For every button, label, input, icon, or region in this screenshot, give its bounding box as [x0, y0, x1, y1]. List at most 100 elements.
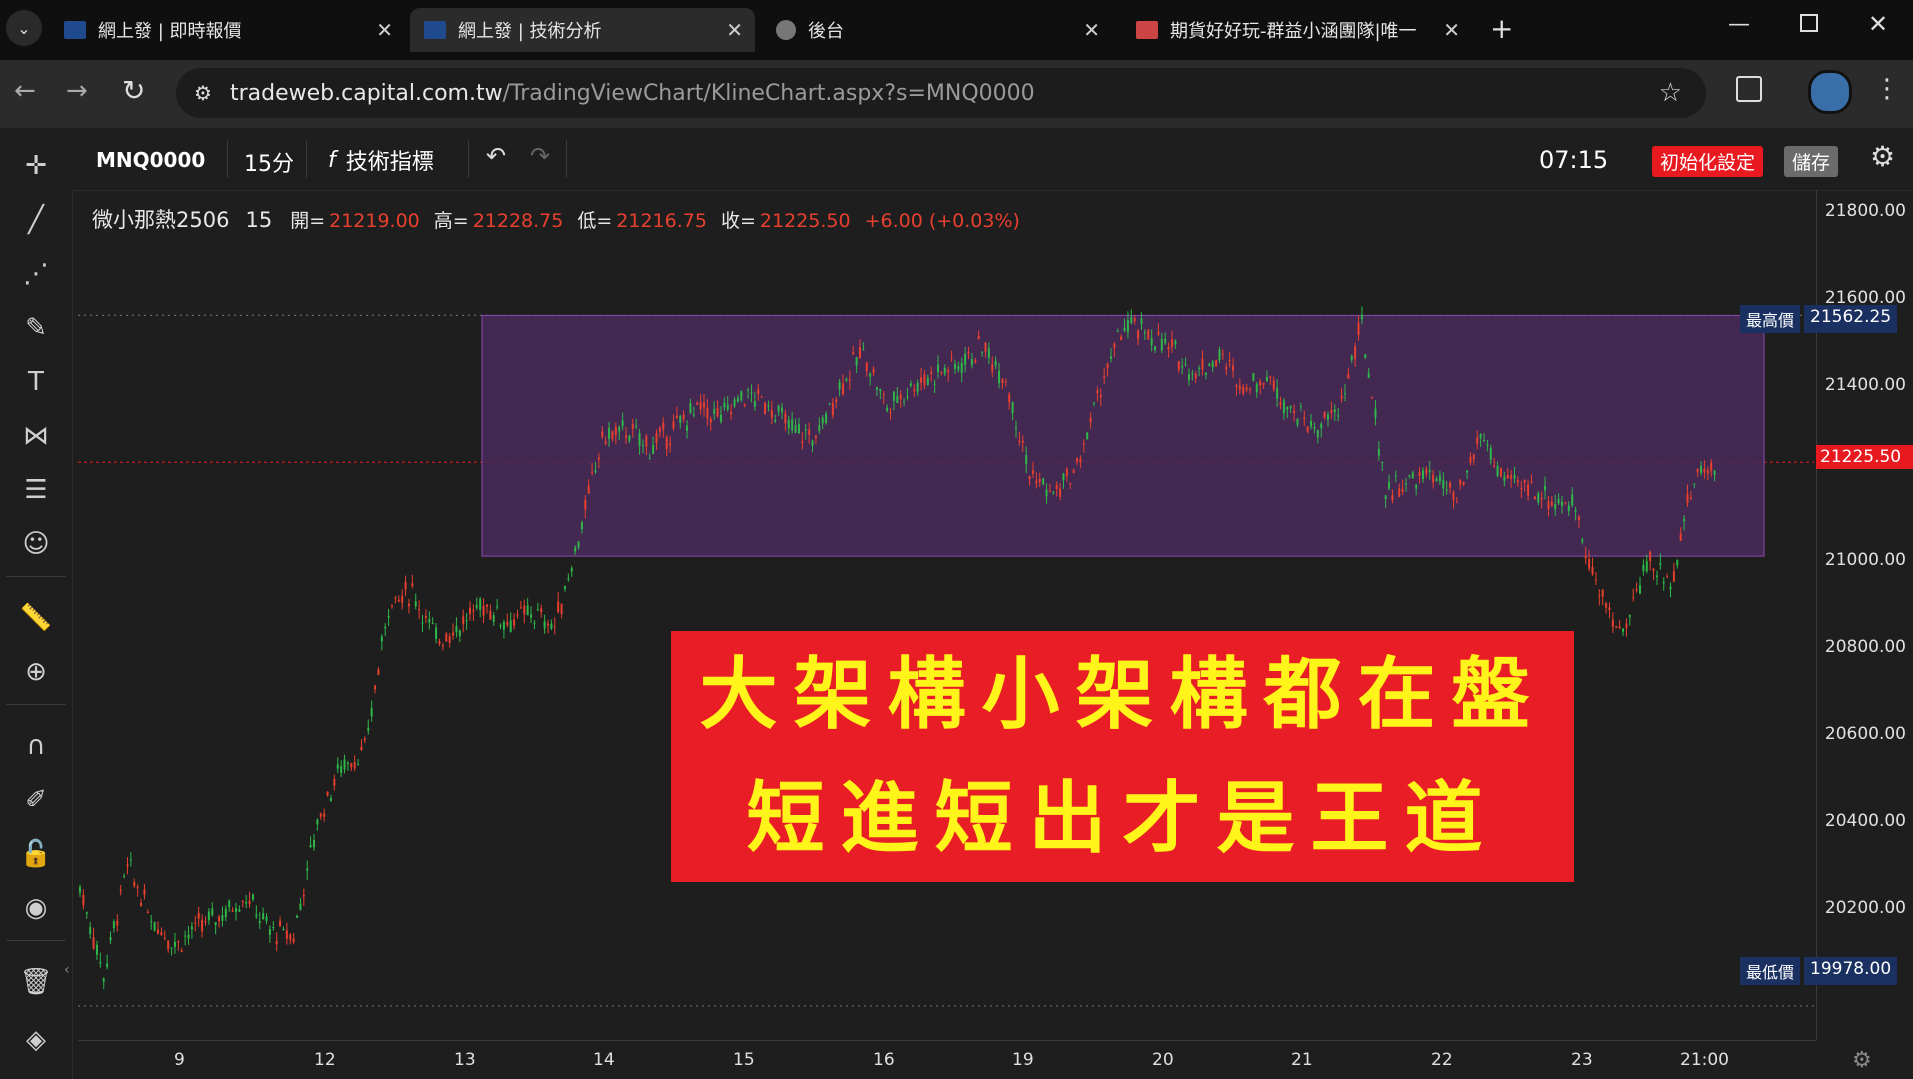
reset-settings-button[interactable]: 初始化設定: [1652, 146, 1764, 177]
ruler-icon[interactable]: 📏: [0, 596, 72, 640]
candle-body: [906, 396, 909, 398]
url-field[interactable]: ⚙ tradeweb.capital.com.tw/TradingViewCha…: [176, 68, 1706, 118]
back-arrow-icon[interactable]: ←: [14, 76, 36, 106]
candle-body: [1310, 421, 1313, 427]
profile-avatar[interactable]: [1808, 70, 1852, 114]
candle-body: [360, 746, 363, 751]
candle-body: [1184, 364, 1187, 366]
close-icon[interactable]: ✕: [1083, 18, 1100, 42]
close-icon[interactable]: ✕: [726, 18, 743, 42]
candle-body: [241, 900, 244, 903]
trend-line-icon[interactable]: ╱: [0, 198, 72, 242]
text-tool-icon[interactable]: T: [0, 360, 72, 404]
tab-futures[interactable]: 期貨好好玩-群益小涵團隊|唯一 ✕: [1122, 8, 1472, 52]
fib-tool-icon[interactable]: ⋰: [0, 252, 72, 296]
tab-technical-analysis[interactable]: 網上發 | 技術分析 ✕: [410, 8, 755, 52]
candle-body: [533, 622, 536, 624]
candle-body: [1354, 346, 1357, 359]
x-tick-label: 13: [454, 1050, 476, 1070]
chart-toolbar: MNQ0000 15分 f 技術指標 ↶ ↷ 07:15 初始化設定 儲存 ⚙: [72, 128, 1913, 191]
candle-body: [489, 610, 492, 620]
candle-body: [387, 615, 390, 618]
candle-body: [201, 919, 204, 932]
candle-body: [601, 431, 604, 437]
crosshair-icon[interactable]: ✛: [0, 144, 72, 188]
candle-body: [1530, 481, 1533, 483]
candle-body: [190, 926, 193, 930]
divider: [6, 704, 66, 705]
tab-search-button[interactable]: ⌄: [6, 10, 42, 46]
candle-body: [340, 766, 343, 773]
lock-drawing-icon[interactable]: ✐: [0, 778, 72, 822]
candle-body: [1089, 417, 1092, 422]
candle-body: [1116, 330, 1119, 332]
layers-icon[interactable]: ◈: [0, 1018, 72, 1062]
candle-body: [418, 609, 421, 611]
candle-body: [1564, 502, 1567, 504]
candle-body: [445, 633, 448, 642]
candle-body: [1449, 482, 1452, 488]
eye-icon[interactable]: ◉: [0, 886, 72, 930]
candle-body: [1204, 372, 1207, 376]
candle-body: [289, 934, 292, 940]
candle-body: [1228, 359, 1231, 361]
new-tab-button[interactable]: +: [1490, 12, 1513, 45]
candle-body: [452, 632, 455, 636]
redo-icon[interactable]: ↷: [530, 142, 550, 170]
candle-body: [1425, 468, 1428, 474]
extensions-icon[interactable]: [1736, 76, 1762, 102]
forward-arrow-icon[interactable]: →: [66, 76, 88, 106]
candle-body: [140, 903, 143, 906]
candle-body: [669, 443, 672, 446]
close-icon[interactable]: ✕: [376, 18, 393, 42]
candle-body: [797, 423, 800, 434]
candle-body: [496, 606, 499, 608]
candle-body: [95, 944, 98, 955]
site-info-icon[interactable]: ⚙: [194, 81, 212, 105]
divider: [6, 940, 66, 941]
candle-body: [1279, 402, 1282, 406]
clock-time: 07:15: [1539, 146, 1609, 174]
candle-body: [733, 399, 736, 407]
candlestick-chart[interactable]: [78, 190, 1814, 1040]
close-window-button[interactable]: ✕: [1868, 10, 1888, 38]
collapse-toolbar-icon[interactable]: ‹: [64, 962, 70, 978]
trash-icon[interactable]: 🗑: [0, 960, 72, 1004]
candle-body: [224, 908, 227, 918]
candle-body: [675, 415, 678, 419]
symbol-button[interactable]: MNQ0000: [96, 148, 205, 172]
pattern-tool-icon[interactable]: ⋈: [0, 414, 72, 458]
candle-body: [1381, 461, 1384, 463]
axis-settings-icon[interactable]: ⚙: [1852, 1048, 1872, 1073]
save-button[interactable]: 儲存: [1784, 146, 1839, 177]
candle-body: [279, 920, 282, 927]
tab-backend[interactable]: 後台 ✕: [762, 8, 1112, 52]
magnet-icon[interactable]: ∩: [0, 724, 72, 768]
brush-icon[interactable]: ✎: [0, 306, 72, 350]
settings-gear-icon[interactable]: ⚙: [1870, 140, 1895, 173]
minimize-button[interactable]: —: [1728, 12, 1750, 37]
candle-body: [1493, 465, 1496, 467]
candle-body: [977, 335, 980, 340]
candle-body: [1130, 316, 1133, 324]
x-tick-label: 21: [1291, 1050, 1313, 1070]
interval-button[interactable]: 15分: [244, 146, 294, 178]
menu-kebab-icon[interactable]: ⋮: [1874, 74, 1900, 104]
candle-body: [306, 868, 309, 871]
lock-icon[interactable]: 🔓: [0, 832, 72, 876]
emoji-icon[interactable]: ☺: [0, 522, 72, 566]
candle-body: [292, 938, 295, 943]
restore-button[interactable]: [1800, 14, 1818, 32]
candle-body: [1418, 471, 1421, 476]
forecast-tool-icon[interactable]: ☰: [0, 468, 72, 512]
candle-body: [645, 436, 648, 447]
zoom-in-icon[interactable]: ⊕: [0, 650, 72, 694]
indicators-button[interactable]: f 技術指標: [328, 144, 434, 176]
tab-realtime-quotes[interactable]: 網上發 | 即時報價 ✕: [50, 8, 405, 52]
candle-body: [1269, 376, 1272, 378]
candle-body: [89, 927, 92, 934]
close-icon[interactable]: ✕: [1443, 18, 1460, 42]
reload-icon[interactable]: ↻: [122, 74, 145, 107]
bookmark-star-icon[interactable]: ☆: [1659, 78, 1682, 108]
undo-icon[interactable]: ↶: [486, 142, 506, 170]
